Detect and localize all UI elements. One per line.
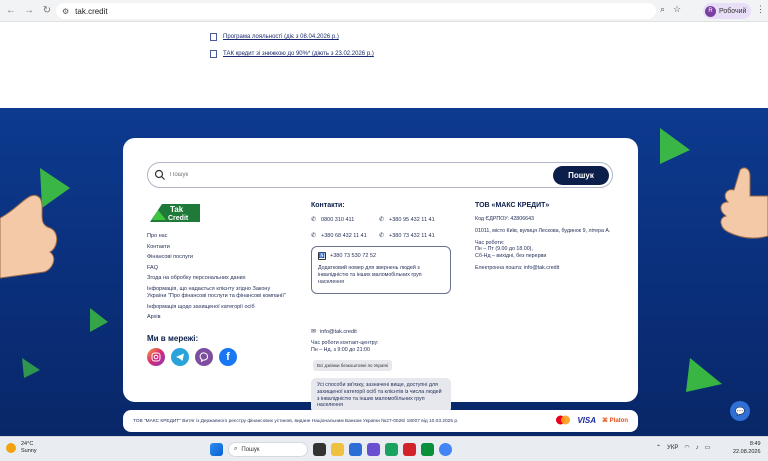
social-title: Ми в мережі: xyxy=(147,334,199,343)
teams-icon[interactable] xyxy=(367,443,380,456)
document-icon xyxy=(210,33,217,41)
legal-text: ТОВ "МАКС КРЕДИТ" Витяг із Державного ре… xyxy=(133,418,459,424)
mastercard-icon xyxy=(556,415,571,425)
task-view-icon[interactable] xyxy=(313,443,326,456)
system-tray: ⌃ УКР ◠ ♪ ▭ xyxy=(656,444,711,452)
footer-card: Пошук Tak Credit Про нас Контакти Фінанс… xyxy=(123,138,638,414)
facebook-icon[interactable]: f xyxy=(219,348,237,366)
search-input[interactable] xyxy=(170,172,550,178)
footer-search: Пошук xyxy=(147,162,613,188)
phone-link[interactable]: ✆ +380 73 432 11 41 xyxy=(379,232,449,240)
app-icon[interactable] xyxy=(421,443,434,456)
accessibility-description: Додатковий номер для звернень людей з ін… xyxy=(318,265,422,285)
windows-taskbar: 24°C Sunny ⌕ Пошук ⌃ УКР ◠ ♪ ▭ 8:49 22.08… xyxy=(0,436,768,461)
search-icon: ⌕ xyxy=(234,446,238,452)
taskbar-apps: ⌕ Пошук xyxy=(210,442,452,457)
file-explorer-icon[interactable] xyxy=(331,443,344,456)
accessibility-phone[interactable]: ♿ +380 73 530 72 52 xyxy=(318,252,444,260)
discount-link[interactable]: ТАК кредит зі знижкою до 90%* (діють з 2… xyxy=(210,47,374,61)
platon-logo: ⌘ Platon xyxy=(601,417,628,424)
app-icon[interactable] xyxy=(385,443,398,456)
phone-link[interactable]: ✆ +380 95 432 11 41 xyxy=(379,216,449,224)
nav-data-consent[interactable]: Згода на обробку персональних даних xyxy=(147,275,287,282)
phone-link[interactable]: ✆ 0800 310 411 xyxy=(311,216,379,224)
profile-label: Робочий xyxy=(719,7,747,15)
wifi-icon[interactable]: ◠ xyxy=(684,444,689,451)
search-icon xyxy=(154,169,165,180)
forward-arrow-icon[interactable]: → xyxy=(22,4,36,18)
free-calls-badge: Всі дзвінки безкоштовні по Україні xyxy=(313,360,393,371)
sun-icon xyxy=(6,443,16,453)
site-footer: Пошук Tak Credit Про нас Контакти Фінанс… xyxy=(0,108,768,436)
company-edrpou: Код ЄДРПОУ: 42806643 xyxy=(475,216,534,222)
contact-email[interactable]: ✉ info@tak.credit xyxy=(311,328,357,336)
nav-faq[interactable]: FAQ xyxy=(147,265,287,272)
viber-icon[interactable] xyxy=(195,348,213,366)
chrome-icon[interactable] xyxy=(439,443,452,456)
chat-icon: 💬 xyxy=(735,406,745,416)
app-icon[interactable] xyxy=(403,443,416,456)
social-links: f xyxy=(147,348,237,366)
back-arrow-icon[interactable]: ← xyxy=(4,4,18,18)
zoom-icon[interactable]: ⌕ xyxy=(660,4,665,15)
phone-icon: ✆ xyxy=(311,233,317,239)
telegram-icon[interactable] xyxy=(171,348,189,366)
company-address: 01011, місто Київ, вулиця Лескова, будин… xyxy=(475,227,611,234)
chevron-up-icon[interactable]: ⌃ xyxy=(656,444,661,451)
nav-archive[interactable]: Архів xyxy=(147,314,287,321)
browser-menu-icon[interactable]: ⋮ xyxy=(756,4,765,15)
tak-credit-logo[interactable]: Tak Credit xyxy=(148,202,202,224)
phone-icon: ✆ xyxy=(379,233,385,239)
profile-button[interactable]: R Робочий xyxy=(703,3,752,19)
edge-icon[interactable] xyxy=(349,443,362,456)
company-title: ТОВ «МАКС КРЕДИТ» xyxy=(475,202,550,209)
instagram-icon[interactable] xyxy=(147,348,165,366)
thumbs-up-illustration-left xyxy=(0,195,58,279)
company-email[interactable]: Електронна пошта: info@tak.credit xyxy=(475,265,615,272)
bookmark-star-icon[interactable]: ☆ xyxy=(673,4,681,15)
top-links: Програма лояльності (діє з 08.04.2026 р.… xyxy=(210,30,374,64)
avatar: R xyxy=(705,5,716,17)
clock[interactable]: 8:49 22.08.2026 xyxy=(733,441,761,456)
battery-icon[interactable]: ▭ xyxy=(705,444,711,451)
chat-widget-button[interactable]: 💬 xyxy=(730,401,750,421)
language-indicator[interactable]: УКР xyxy=(667,445,678,451)
phone-icon: ✆ xyxy=(311,217,317,223)
company-column: ТОВ «МАКС КРЕДИТ» Код ЄДРПОУ: 42806643 0… xyxy=(475,202,615,277)
loyalty-program-link[interactable]: Програма лояльності (діє з 08.04.2026 р.… xyxy=(210,30,374,44)
url-text: tak.credit xyxy=(75,6,108,16)
footer-nav: Про нас Контакти Фінансові послуги FAQ З… xyxy=(147,233,287,325)
payment-logos: VISA ⌘ Platon xyxy=(555,415,628,425)
nav-client-info[interactable]: Інформація, що надається клієнту згідно … xyxy=(147,286,287,300)
site-info-icon[interactable]: ⚙ xyxy=(62,7,69,16)
legal-bar: ТОВ "МАКС КРЕДИТ" Витяг із Державного ре… xyxy=(123,410,638,432)
taskbar-search[interactable]: ⌕ Пошук xyxy=(228,442,308,457)
svg-text:Tak: Tak xyxy=(170,205,184,214)
document-icon xyxy=(210,50,217,58)
phone-link[interactable]: ✆ +380 68 432 11 41 xyxy=(311,232,379,240)
company-hours: Час роботи: Пн – Пт (9.00 до 18.00), Сб-… xyxy=(475,239,547,260)
mail-icon: ✉ xyxy=(311,329,317,335)
weather-widget[interactable]: 24°C Sunny xyxy=(6,441,37,455)
nav-financial-services[interactable]: Фінансові послуги xyxy=(147,254,287,261)
nav-about[interactable]: Про нас xyxy=(147,233,287,240)
contacts-title: Контакти: xyxy=(311,202,345,209)
address-bar[interactable]: ⚙ tak.credit xyxy=(56,3,656,19)
nav-protected-category[interactable]: Інформація щодо захищеної категорії осіб xyxy=(147,304,287,311)
wheelchair-icon: ♿ xyxy=(318,252,326,260)
volume-icon[interactable]: ♪ xyxy=(696,445,699,451)
search-button[interactable]: Пошук xyxy=(553,166,609,185)
accessibility-contact-box: ♿ +380 73 530 72 52 Додатковий номер для … xyxy=(311,246,451,294)
visa-logo: VISA xyxy=(577,415,596,425)
thumbs-up-illustration-right xyxy=(720,167,768,239)
contacts-column: Контакти: ✆ 0800 310 411 ✆ +380 95 432 11 … xyxy=(311,202,449,239)
start-icon[interactable] xyxy=(210,443,223,456)
browser-toolbar: ← → ↻ ⚙ tak.credit ⌕ ☆ R Робочий ⋮ xyxy=(0,0,768,22)
phone-icon: ✆ xyxy=(379,217,385,223)
contact-hours: Час роботи контакт-центру: Пн – Нд. з 9:… xyxy=(311,340,379,353)
accessibility-note: Усі способи зв'язку, зазначені вище, дос… xyxy=(311,378,451,414)
nav-contacts[interactable]: Контакти xyxy=(147,244,287,251)
svg-text:Credit: Credit xyxy=(168,215,189,222)
reload-icon[interactable]: ↻ xyxy=(40,4,54,18)
